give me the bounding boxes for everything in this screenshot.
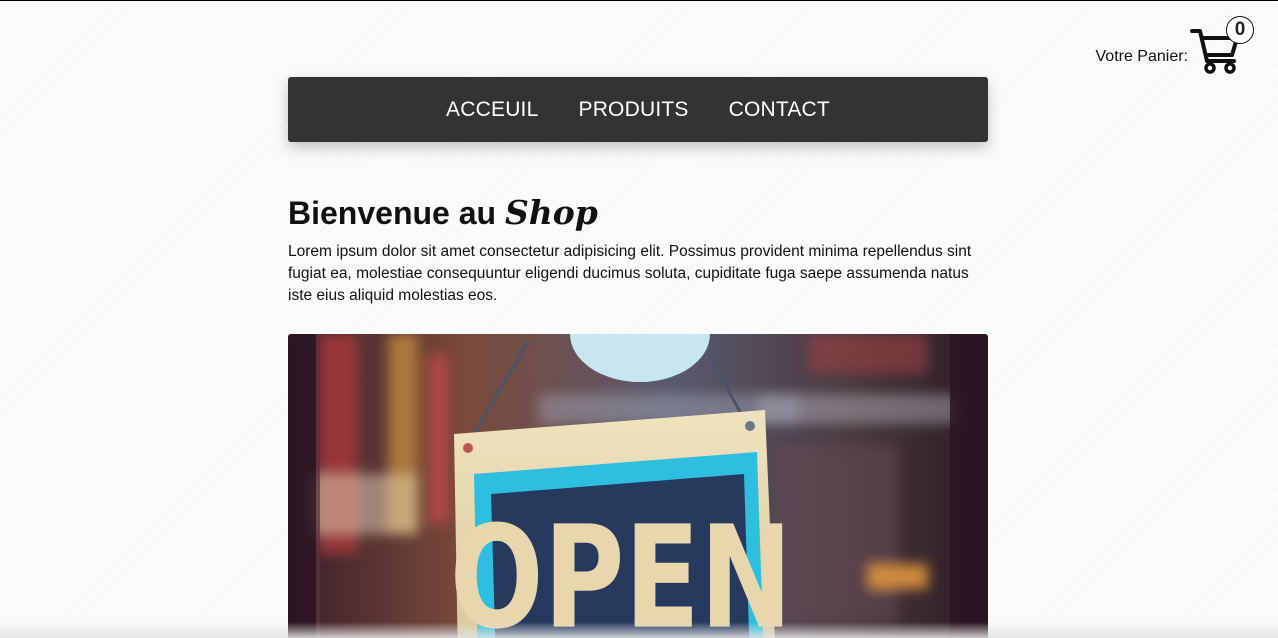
nav-item-contact[interactable]: CONTACT (729, 98, 830, 122)
brand-name: Shop (504, 193, 598, 232)
cart-label: Votre Panier: (1095, 48, 1189, 65)
nav-item-produits[interactable]: PRODUITS (578, 98, 688, 122)
intro-text: Lorem ipsum dolor sit amet consectetur a… (288, 243, 972, 304)
cart-button[interactable]: 0 (1190, 15, 1254, 77)
title-prefix: Bienvenue au (288, 195, 497, 231)
nav-item-acceuil[interactable]: ACCEUIL (446, 98, 538, 122)
cart[interactable]: Votre Panier: 0 (1095, 15, 1254, 77)
welcome-section: Bienvenue au Shop Lorem ipsum dolor sit … (288, 191, 988, 307)
open-sign-text: OPEN (450, 495, 793, 638)
main-nav: ACCEUIL PRODUITS CONTACT (288, 77, 988, 142)
open-sign-photo: OPEN (288, 334, 988, 638)
cart-count-badge: 0 (1226, 16, 1254, 44)
hero-image: OPEN (288, 334, 988, 638)
bottom-fade (0, 622, 1278, 638)
page-title: Bienvenue au Shop (288, 191, 988, 235)
